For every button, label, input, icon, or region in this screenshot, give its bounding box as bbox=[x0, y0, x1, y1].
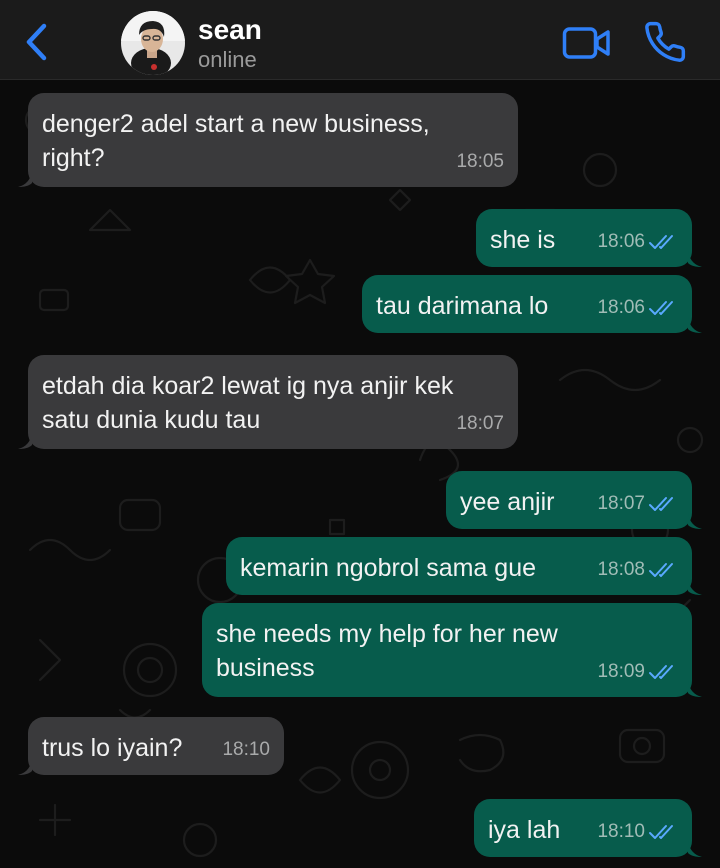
phone-icon[interactable] bbox=[643, 20, 687, 64]
message-text: denger2 adel start a new business, right… bbox=[42, 110, 430, 172]
outgoing-message-bubble[interactable]: yee anjir 18:07 bbox=[446, 471, 702, 529]
bubble-tail bbox=[18, 759, 32, 775]
bubble-tail bbox=[18, 171, 32, 187]
incoming-message-bubble[interactable]: etdah dia koar2 lewat ig nya anjir kek s… bbox=[18, 355, 518, 449]
message-time: 18:06 bbox=[597, 297, 645, 318]
bubble-tail bbox=[688, 317, 702, 333]
outgoing-message-bubble[interactable]: she is 18:06 bbox=[476, 209, 702, 267]
read-receipt-icon bbox=[649, 825, 673, 839]
incoming-message-bubble[interactable]: trus lo iyain? 18:10 bbox=[18, 717, 284, 775]
message-meta: 18:06 bbox=[597, 291, 678, 325]
bubble-tail bbox=[688, 513, 702, 529]
message-meta: 18:06 bbox=[597, 225, 678, 259]
incoming-message-bubble[interactable]: denger2 adel start a new business, right… bbox=[18, 93, 518, 187]
chat-header: sean online bbox=[0, 0, 720, 80]
message-time: 18:07 bbox=[456, 413, 504, 434]
outgoing-message-bubble[interactable]: tau darimana lo 18:06 bbox=[362, 275, 702, 333]
back-chevron-icon[interactable] bbox=[20, 20, 54, 64]
message-time: 18:10 bbox=[222, 739, 270, 760]
message-meta: 18:07 bbox=[456, 407, 504, 441]
message-time: 18:10 bbox=[597, 821, 645, 842]
read-receipt-icon bbox=[649, 665, 673, 679]
message-time: 18:05 bbox=[456, 151, 504, 172]
message-time: 18:06 bbox=[597, 231, 645, 252]
video-call-icon[interactable] bbox=[562, 25, 612, 61]
message-time: 18:09 bbox=[597, 661, 645, 682]
read-receipt-icon bbox=[649, 563, 673, 577]
message-meta: 18:07 bbox=[597, 487, 678, 521]
message-time: 18:08 bbox=[597, 559, 645, 580]
outgoing-message-bubble[interactable]: she needs my help for her new business 18… bbox=[202, 603, 702, 697]
message-meta: 18:10 bbox=[597, 815, 678, 849]
read-receipt-icon bbox=[649, 301, 673, 315]
message-meta: 18:08 bbox=[597, 553, 678, 587]
bubble-tail bbox=[688, 579, 702, 595]
contact-status: online bbox=[198, 47, 257, 72]
outgoing-message-bubble[interactable]: iya lah 18:10 bbox=[474, 799, 702, 857]
message-list[interactable]: denger2 adel start a new business, right… bbox=[0, 80, 720, 868]
avatar[interactable] bbox=[121, 11, 185, 75]
bubble-tail bbox=[688, 681, 702, 697]
read-receipt-icon bbox=[649, 235, 673, 249]
outgoing-message-bubble[interactable]: kemarin ngobrol sama gue 18:08 bbox=[226, 537, 702, 595]
message-meta: 18:05 bbox=[456, 145, 504, 179]
bubble-tail bbox=[688, 251, 702, 267]
read-receipt-icon bbox=[649, 497, 673, 511]
message-text: etdah dia koar2 lewat ig nya anjir kek s… bbox=[42, 372, 454, 434]
message-time: 18:07 bbox=[597, 493, 645, 514]
contact-name[interactable]: sean bbox=[198, 14, 262, 46]
bubble-tail bbox=[688, 841, 702, 857]
message-meta: 18:09 bbox=[597, 655, 678, 689]
bubble-tail bbox=[18, 433, 32, 449]
message-meta: 18:10 bbox=[222, 733, 270, 767]
